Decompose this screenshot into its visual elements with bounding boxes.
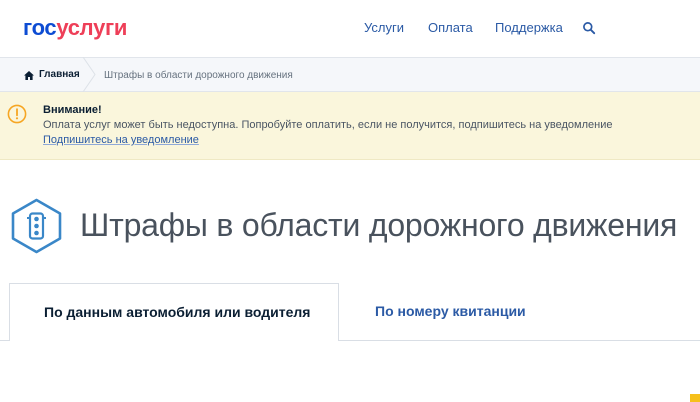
home-icon [24, 70, 34, 80]
page-title: Штрафы в области дорожного движения [80, 207, 678, 243]
subscribe-notification-link[interactable]: Подпишитесь на уведомление [43, 133, 199, 147]
corner-accent [690, 394, 700, 402]
breadcrumb-home[interactable]: Главная [24, 69, 80, 81]
breadcrumb: Главная Штрафы в области дорожного движе… [0, 57, 700, 92]
gosuslugi-logo[interactable]: госуслуги [23, 15, 127, 41]
traffic-light-icon [11, 198, 62, 254]
nav-payment-link[interactable]: Оплата [428, 20, 473, 36]
warning-icon [7, 104, 27, 124]
breadcrumb-current: Штрафы в области дорожного движения [104, 70, 293, 81]
breadcrumb-home-label: Главная [39, 69, 80, 80]
search-icon[interactable] [582, 21, 596, 35]
warning-text: Оплата услуг может быть недоступна. Попр… [43, 119, 613, 131]
breadcrumb-separator-icon [82, 57, 96, 92]
nav-services-link[interactable]: Услуги [364, 20, 404, 36]
warning-title: Внимание! [43, 104, 102, 116]
tab-receipt-number[interactable]: По номеру квитанции [375, 303, 526, 320]
tab-vehicle-or-driver-label[interactable]: По данным автомобиля или водителя [44, 304, 310, 321]
nav-support-link[interactable]: Поддержка [495, 20, 563, 36]
site-header: госуслуги Услуги Оплата Поддержка [0, 0, 700, 57]
